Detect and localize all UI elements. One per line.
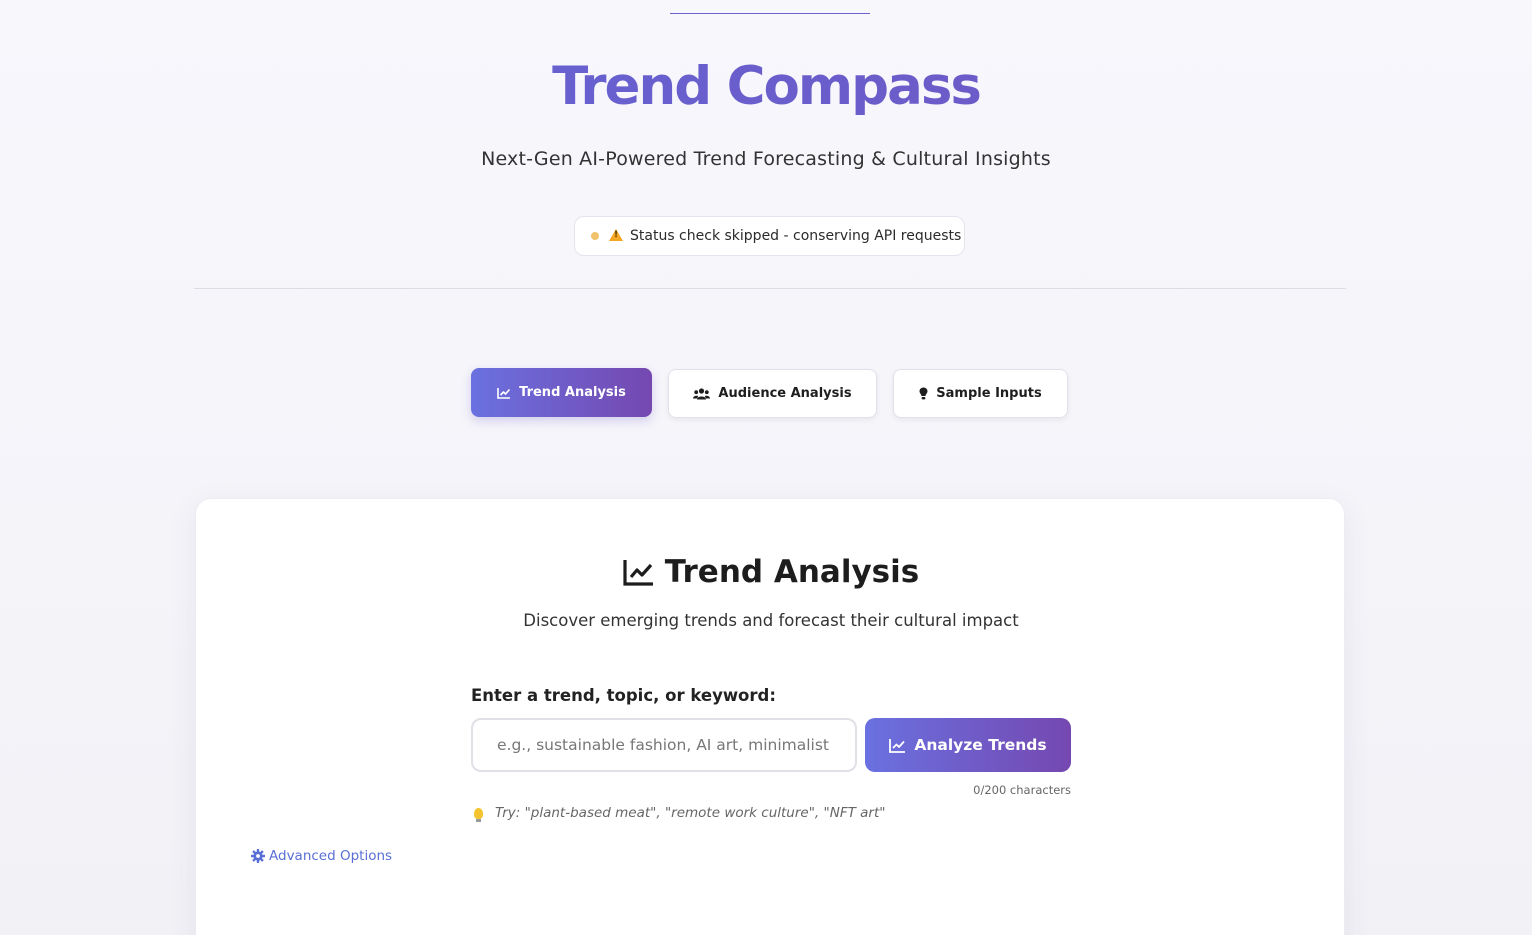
analyze-button-label: Analyze Trends — [914, 736, 1047, 754]
tab-trend-analysis[interactable]: Trend Analysis — [471, 368, 652, 417]
tab-label: Trend Analysis — [519, 385, 626, 400]
users-icon — [693, 387, 711, 399]
lightbulb-icon — [474, 807, 483, 822]
input-tip: Try: "plant-based meat", "remote work cu… — [474, 805, 886, 822]
card-title: Trend Analysis — [196, 554, 1346, 590]
status-text: Status check skipped - conserving API re… — [630, 228, 962, 244]
card-title-text: Trend Analysis — [664, 554, 920, 590]
gear-icon — [251, 849, 265, 863]
app-title: Trend Compass — [0, 56, 1532, 117]
status-badge: Status check skipped - conserving API re… — [574, 216, 965, 256]
tab-label: Audience Analysis — [718, 386, 852, 401]
analyze-trends-button[interactable]: Analyze Trends — [865, 718, 1071, 772]
trend-input[interactable] — [471, 718, 857, 772]
tip-text: Try: "plant-based meat", "remote work cu… — [495, 805, 886, 821]
chart-line-icon — [623, 560, 653, 586]
advanced-options-label: Advanced Options — [269, 848, 393, 864]
tab-sample-inputs[interactable]: Sample Inputs — [893, 369, 1068, 418]
trend-input-label: Enter a trend, topic, or keyword: — [471, 686, 776, 705]
header-accent-line — [670, 13, 870, 14]
status-dot-icon — [591, 232, 599, 240]
chart-line-icon — [889, 738, 906, 753]
app-subtitle: Next-Gen AI-Powered Trend Forecasting & … — [481, 148, 1051, 170]
header-divider — [194, 288, 1346, 289]
character-counter: 0/200 characters — [973, 783, 1071, 797]
tab-audience-analysis[interactable]: Audience Analysis — [668, 369, 877, 418]
advanced-options-link[interactable]: Advanced Options — [251, 848, 392, 864]
warning-icon — [609, 229, 623, 241]
trend-analysis-card: Trend Analysis Discover emerging trends … — [195, 498, 1345, 935]
card-subtitle: Discover emerging trends and forecast th… — [523, 611, 1019, 630]
tab-label: Sample Inputs — [936, 386, 1042, 401]
lightbulb-icon — [919, 387, 928, 400]
chart-line-icon — [497, 387, 511, 399]
